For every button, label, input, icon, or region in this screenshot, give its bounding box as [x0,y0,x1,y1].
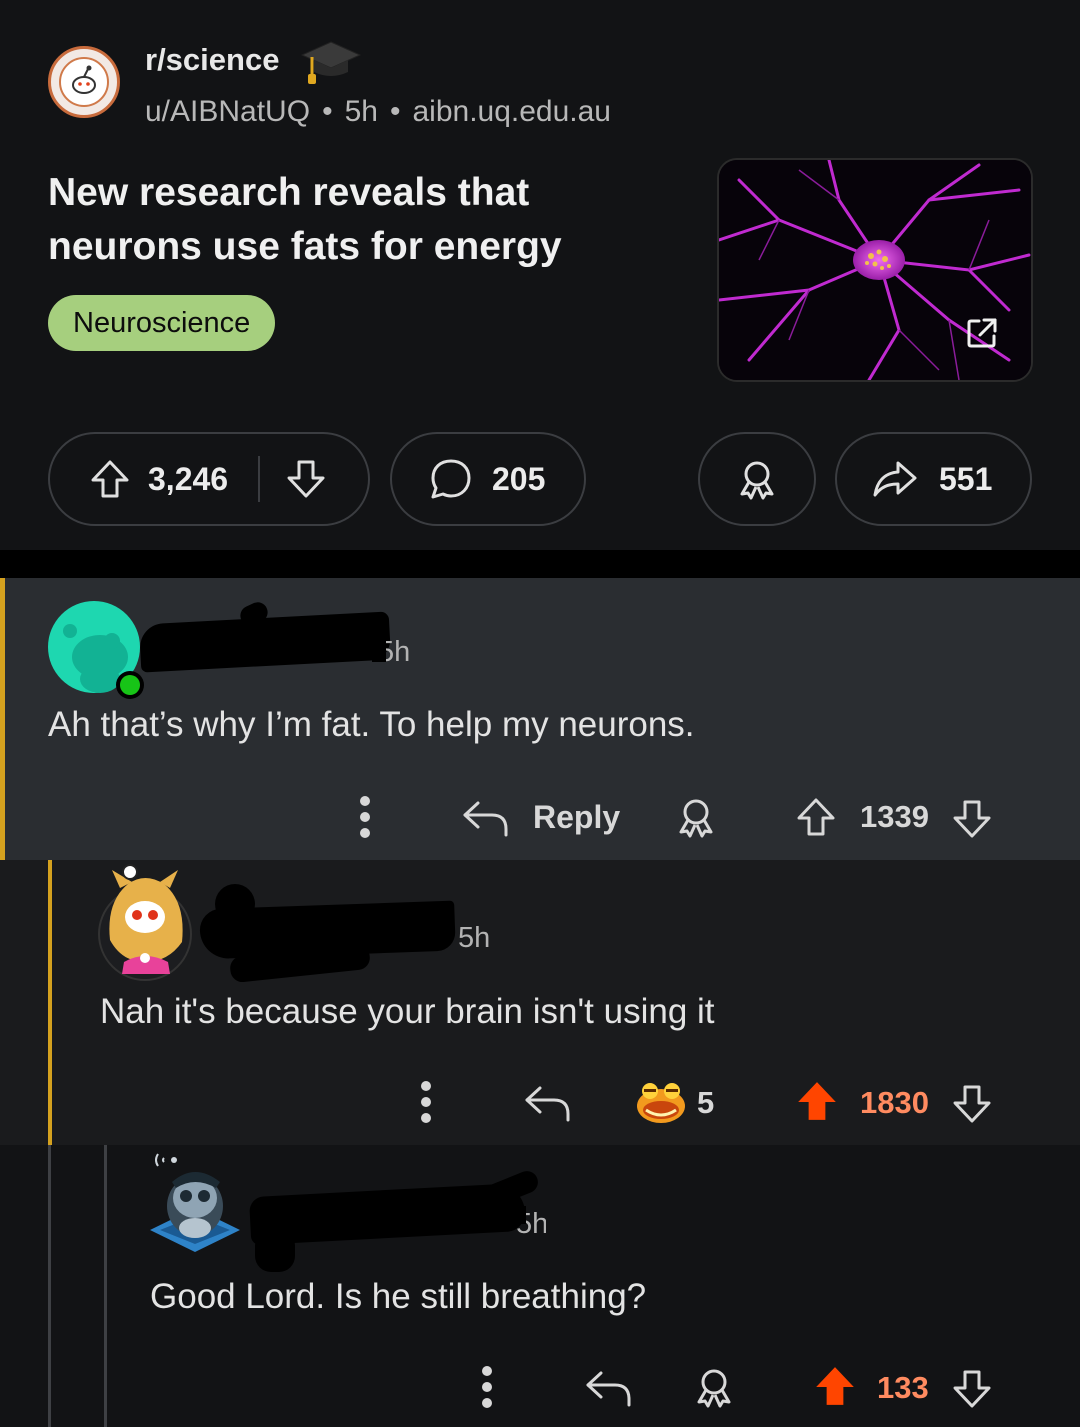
redaction-stroke [215,884,255,924]
reply-arrow-icon[interactable] [583,1367,633,1409]
redaction-edge [372,634,386,662]
reply-arrow-icon[interactable] [522,1082,572,1124]
comment-2-score: 1830 [860,1085,929,1120]
author-link[interactable]: u/AIBNatUQ [145,95,310,128]
redaction-edge [510,1206,526,1224]
post-score: 3,246 [148,460,229,497]
upvote-icon[interactable] [794,795,838,839]
downvote-icon[interactable] [950,1367,994,1411]
comment-3-score: 133 [877,1370,929,1405]
more-options-icon[interactable] [477,1365,497,1409]
upvote-filled-icon[interactable] [794,1078,840,1124]
award-icon[interactable] [692,1365,736,1409]
upvote-filled-icon[interactable] [812,1363,858,1409]
thread-line [48,860,52,1145]
redaction-stroke [255,1230,295,1272]
comment-1-score: 1339 [860,799,929,834]
comment-1-body: Ah that’s why I’m fat. To help my neuron… [48,705,695,744]
subreddit-name[interactable]: r/science [145,42,279,78]
award-icon [735,457,779,501]
downvote-icon[interactable] [950,1082,994,1126]
subreddit-avatar[interactable] [48,46,120,118]
more-options-icon[interactable] [355,795,375,839]
reply-arrow-icon[interactable] [460,797,510,839]
vote-divider [258,456,261,502]
comment-bubble-icon [428,456,474,502]
external-link-icon [965,316,999,350]
post-age: 5h [344,95,378,128]
comment-1-avatar[interactable] [48,601,152,701]
share-count: 551 [939,460,993,497]
post-flair[interactable]: Neuroscience [48,295,276,351]
award-count: 5 [697,1085,715,1120]
share-arrow-icon [871,457,919,501]
graduation-cap-icon [300,38,362,88]
downvote-icon[interactable] [284,457,328,501]
more-options-icon[interactable] [416,1080,436,1124]
comment-3-avatar[interactable] [150,1148,250,1268]
post-vote-bar: 3,246 [48,432,370,526]
award-button[interactable] [698,432,816,526]
post-title[interactable]: New research reveals that neurons use fa… [48,166,648,274]
post-card: r/science u/AIBNatUQ • 5h • aibn.uq.edu.au N… [0,0,1080,550]
downvote-icon[interactable] [950,797,994,841]
comment-3-body: Good Lord. Is he still breathing? [150,1277,647,1316]
post-domain[interactable]: aibn.uq.edu.au [412,95,611,128]
comment-2-avatar[interactable] [98,862,198,982]
thread-line [104,1145,107,1427]
comments-button[interactable]: 205 [390,432,586,526]
reply-button[interactable]: Reply [533,799,620,836]
upvote-icon[interactable] [88,457,132,501]
post-thumbnail[interactable] [717,158,1033,382]
award-frog-icon[interactable] [634,1076,688,1126]
comment-2-age: 5h [458,922,491,954]
share-button[interactable]: 551 [835,432,1032,526]
comment-count: 205 [492,460,546,497]
award-icon[interactable] [674,795,718,839]
post-meta: u/AIBNatUQ • 5h • aibn.uq.edu.au [145,95,611,128]
thread-line [48,1145,51,1427]
comment-2-body: Nah it's because your brain isn't using … [100,992,715,1031]
